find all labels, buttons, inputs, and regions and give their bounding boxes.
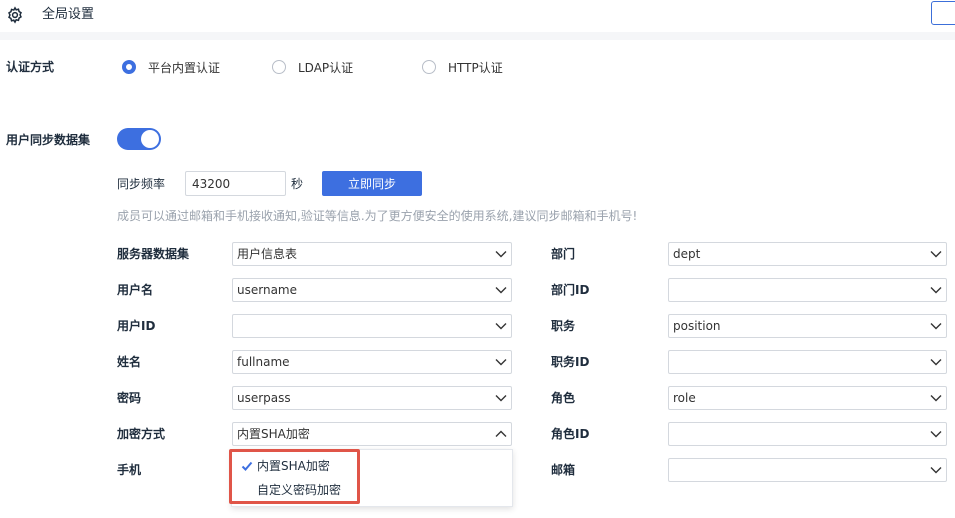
chevron-down-icon: [930, 431, 942, 438]
dept-id-select[interactable]: [668, 278, 947, 302]
radio-label: 平台内置认证: [148, 60, 221, 75]
chevron-down-icon: [930, 467, 942, 474]
select-value: fullname: [237, 355, 290, 369]
field-label-role: 角色: [551, 391, 576, 405]
field-label-user-id: 用户ID: [117, 319, 156, 333]
sync-frequency-label: 同步频率: [117, 177, 166, 191]
field-label-mobile: 手机: [117, 463, 142, 477]
dropdown-option-label: 自定义密码加密: [257, 483, 342, 497]
global-settings-page: 全局设置 认证方式 平台内置认证 LDAP认证 HTTP认证 用户同步数据集 同…: [0, 0, 955, 518]
user-id-select[interactable]: [232, 314, 512, 338]
field-label-dept-id: 部门ID: [551, 283, 590, 297]
top-right-action-button[interactable]: [931, 1, 955, 25]
sync-frequency-unit: 秒: [291, 177, 304, 191]
field-label-server-dataset: 服务器数据集: [117, 247, 190, 261]
dropdown-option-builtin-sha[interactable]: 内置SHA加密: [232, 454, 512, 478]
encryption-dropdown-menu: 内置SHA加密 自定义密码加密: [231, 449, 513, 507]
radio-http-auth[interactable]: HTTP认证: [422, 59, 503, 75]
field-label-role-id: 角色ID: [551, 427, 590, 441]
sync-frequency-input[interactable]: [185, 171, 286, 196]
chevron-down-icon: [930, 395, 942, 402]
role-select[interactable]: role: [668, 386, 947, 410]
email-select[interactable]: [668, 458, 947, 482]
field-label-dept: 部门: [551, 247, 576, 261]
sync-hint-text: 成员可以通过邮箱和手机接收通知,验证等信息.为了更方便安全的使用系统,建议同步邮…: [117, 209, 638, 223]
role-id-select[interactable]: [668, 422, 947, 446]
select-value: role: [673, 391, 696, 405]
radio-builtin-auth[interactable]: 平台内置认证: [122, 59, 220, 75]
field-label-email: 邮箱: [551, 463, 576, 477]
dropdown-option-label: 内置SHA加密: [257, 459, 330, 473]
sync-now-button[interactable]: 立即同步: [322, 171, 422, 196]
header-bar: 全局设置: [0, 0, 955, 32]
field-label-position-id: 职务ID: [551, 355, 590, 369]
encryption-select[interactable]: 内置SHA加密: [232, 422, 512, 446]
dept-select[interactable]: dept: [668, 242, 947, 266]
select-value: position: [673, 319, 721, 333]
radio-checked-icon: [122, 60, 136, 74]
page-title: 全局设置: [42, 7, 95, 22]
auth-method-label: 认证方式: [6, 60, 55, 74]
field-label-encryption: 加密方式: [117, 427, 166, 441]
radio-ldap-auth[interactable]: LDAP认证: [272, 59, 353, 75]
chevron-down-icon: [930, 287, 942, 294]
chevron-down-icon: [495, 395, 507, 402]
chevron-down-icon: [930, 323, 942, 330]
chevron-down-icon: [495, 359, 507, 366]
radio-label: LDAP认证: [298, 60, 354, 75]
user-sync-toggle[interactable]: [117, 128, 161, 150]
dropdown-option-custom-encryption[interactable]: 自定义密码加密: [232, 478, 512, 502]
select-value: username: [237, 283, 297, 297]
radio-unchecked-icon: [272, 60, 286, 74]
select-value: 用户信息表: [237, 247, 298, 261]
radio-label: HTTP认证: [448, 60, 503, 75]
position-select[interactable]: position: [668, 314, 947, 338]
user-sync-label: 用户同步数据集: [6, 133, 91, 147]
server-dataset-select[interactable]: 用户信息表: [232, 242, 512, 266]
toggle-knob: [141, 130, 159, 148]
field-label-fullname: 姓名: [117, 355, 142, 369]
select-value: 内置SHA加密: [237, 427, 310, 441]
chevron-down-icon: [495, 287, 507, 294]
chevron-down-icon: [495, 251, 507, 258]
chevron-down-icon: [930, 359, 942, 366]
header-divider: [0, 32, 955, 40]
radio-unchecked-icon: [422, 60, 436, 74]
chevron-down-icon: [495, 323, 507, 330]
field-label-username: 用户名: [117, 283, 154, 297]
position-id-select[interactable]: [668, 350, 947, 374]
chevron-down-icon: [930, 251, 942, 258]
gear-icon: [8, 6, 22, 24]
username-select[interactable]: username: [232, 278, 512, 302]
fullname-select[interactable]: fullname: [232, 350, 512, 374]
select-value: userpass: [237, 391, 291, 405]
checkmark-icon: [241, 461, 253, 471]
password-select[interactable]: userpass: [232, 386, 512, 410]
select-value: dept: [673, 247, 701, 261]
field-label-password: 密码: [117, 391, 142, 405]
chevron-up-icon: [495, 430, 507, 437]
field-label-position: 职务: [551, 319, 576, 333]
